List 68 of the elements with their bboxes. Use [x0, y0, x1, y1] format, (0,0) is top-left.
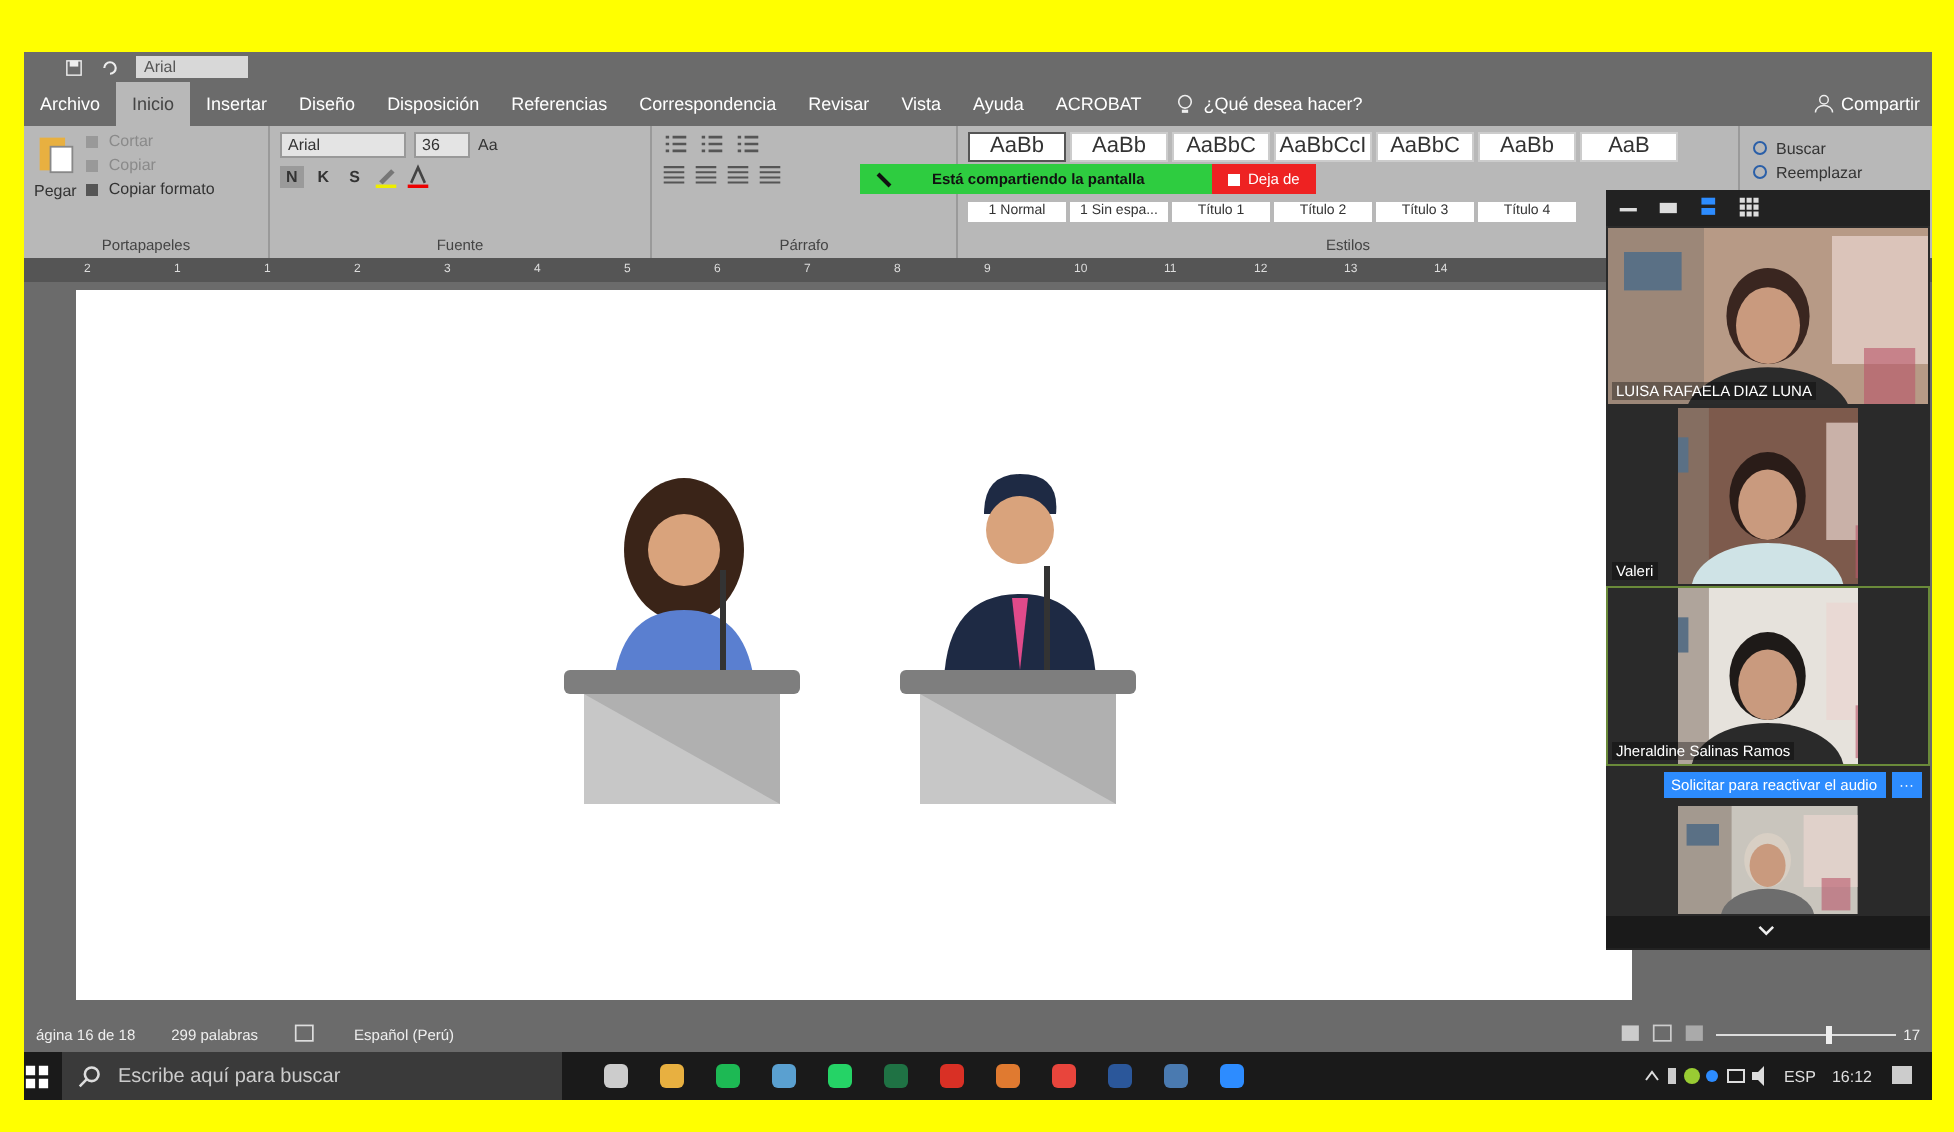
align-icon[interactable] — [694, 162, 718, 186]
pen-icon — [876, 171, 892, 187]
search-input[interactable]: Escribe aquí para buscar — [114, 1063, 562, 1089]
ribbon-tab[interactable]: Disposición — [371, 82, 496, 126]
ribbon-tab[interactable]: Archivo — [24, 82, 117, 126]
ribbon-tab[interactable]: Correspondencia — [623, 82, 793, 126]
app-icon[interactable] — [994, 1062, 1022, 1090]
app-icon[interactable] — [770, 1062, 798, 1090]
align-icon[interactable] — [726, 162, 750, 186]
ribbon-tab[interactable]: ACROBAT — [1039, 82, 1158, 126]
undo-icon[interactable] — [100, 57, 120, 77]
format-button[interactable]: K — [311, 165, 336, 187]
style-option[interactable]: AaBb — [1070, 132, 1168, 162]
ribbon-tab[interactable]: Inicio — [116, 82, 191, 126]
clock[interactable]: 16:12 — [1831, 1067, 1872, 1085]
ribbon-tab[interactable]: Referencias — [495, 82, 624, 126]
app-icon[interactable] — [714, 1062, 742, 1090]
paste-icon[interactable] — [35, 132, 76, 176]
input-language[interactable]: ESP — [1783, 1067, 1816, 1085]
editing-action[interactable]: Reemplazar — [1750, 164, 1863, 182]
app-icon[interactable] — [1050, 1062, 1078, 1090]
style-option[interactable]: AaBbC — [1172, 132, 1270, 162]
save-icon[interactable] — [64, 57, 84, 77]
ribbon-tab[interactable]: Diseño — [283, 82, 372, 126]
windows-start-icon[interactable] — [24, 1063, 50, 1089]
share-button[interactable]: Compartir — [1798, 82, 1932, 126]
list-icon[interactable] — [662, 132, 690, 156]
paste-button[interactable]: Pegar — [34, 182, 77, 200]
font-size-field[interactable]: 36 — [414, 132, 470, 158]
person-icon — [1814, 94, 1835, 114]
proofing-icon[interactable] — [294, 1022, 319, 1046]
align-icon[interactable] — [662, 162, 686, 186]
read-mode-icon[interactable] — [1619, 1022, 1644, 1046]
ribbon-tab[interactable]: Vista — [885, 82, 958, 126]
list-icon[interactable] — [734, 132, 762, 156]
web-layout-icon[interactable] — [1683, 1022, 1708, 1046]
editing-action[interactable]: Buscar — [1750, 140, 1863, 158]
app-icon[interactable] — [1218, 1062, 1246, 1090]
app-icon[interactable] — [602, 1062, 630, 1090]
zoom-thumb[interactable] — [1826, 1025, 1833, 1043]
highlight-icon[interactable] — [373, 164, 398, 188]
clipboard-action[interactable]: Copiar formato — [84, 180, 215, 198]
notifications-icon[interactable] — [1888, 1062, 1916, 1090]
font-field[interactable]: Arial — [136, 56, 248, 78]
change-case-button[interactable]: Aa — [478, 136, 498, 154]
stop-icon — [1228, 173, 1240, 185]
style-option[interactable]: AaBb — [1478, 132, 1576, 162]
app-icon[interactable] — [826, 1062, 854, 1090]
ribbon-tab[interactable]: Ayuda — [957, 82, 1040, 126]
style-option[interactable]: AaBbC — [1376, 132, 1474, 162]
app-icon[interactable] — [658, 1062, 686, 1090]
format-button[interactable]: S — [343, 165, 366, 187]
style-option[interactable]: AaB — [1580, 132, 1678, 162]
style-option[interactable]: AaBb — [968, 132, 1066, 162]
font-name-field[interactable]: Arial — [280, 132, 406, 158]
taskbar-search-field[interactable]: Escribe aquí para buscar — [62, 1052, 562, 1100]
tell-me-field[interactable]: ¿Qué desea hacer? — [1173, 82, 1363, 126]
print-layout-icon[interactable] — [1651, 1022, 1676, 1046]
gallery-view-icon[interactable] — [1738, 196, 1762, 220]
font-color-icon[interactable] — [405, 164, 430, 188]
ribbon-tab[interactable]: Insertar — [190, 82, 284, 126]
ribbon-tab[interactable]: Revisar — [792, 82, 886, 126]
video-tile[interactable] — [1606, 804, 1930, 916]
lightbulb-icon[interactable] — [1173, 93, 1196, 115]
align-icon[interactable] — [758, 162, 782, 186]
format-button[interactable]: N — [280, 165, 304, 187]
style-option[interactable]: AaBbCcI — [1274, 132, 1372, 162]
list-icon[interactable] — [698, 132, 726, 156]
